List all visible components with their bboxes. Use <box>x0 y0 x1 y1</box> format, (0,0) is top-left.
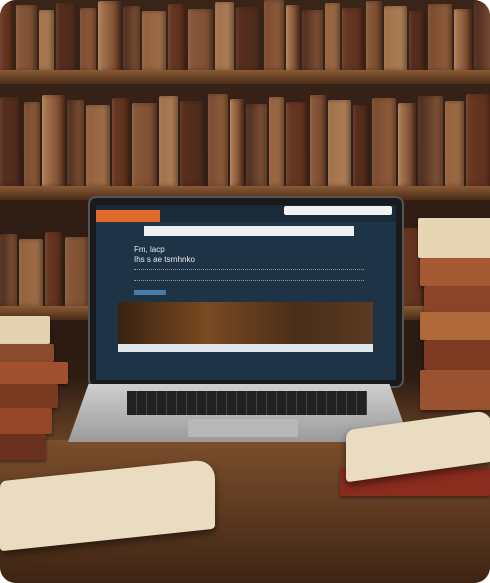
book-spine <box>230 99 244 186</box>
book-spine <box>86 105 110 186</box>
book-spine <box>123 6 140 70</box>
book-spine <box>454 9 472 70</box>
book-spine <box>0 234 17 306</box>
book-spine <box>310 95 326 186</box>
book-spine <box>215 2 234 70</box>
book-spine <box>366 1 382 70</box>
book-stack-left <box>0 316 50 344</box>
book-spine <box>302 10 323 70</box>
book-spine <box>409 11 426 70</box>
book-spine <box>39 10 54 70</box>
book-stack-right <box>418 218 490 258</box>
book-spine <box>418 96 443 186</box>
laptop-screen: Fm, lacp Ihs s ae tsrnhnko <box>88 196 404 388</box>
book-spine <box>188 9 213 70</box>
book-spine <box>67 100 84 186</box>
book <box>0 344 54 362</box>
book-spine <box>19 239 43 306</box>
book-spine <box>269 97 284 186</box>
heading-line-1: Fm, lacp <box>134 245 165 254</box>
book <box>424 286 490 312</box>
site-heading: Fm, lacp Ihs s ae tsrnhnko <box>134 245 195 265</box>
book-spine <box>159 96 178 186</box>
book-spine <box>398 103 416 186</box>
book-spine <box>246 104 267 186</box>
book-spine <box>56 3 78 70</box>
book-spine <box>342 8 364 70</box>
book <box>420 312 490 340</box>
book-spine <box>466 94 490 186</box>
photo-scene: Fm, lacp Ihs s ae tsrnhnko <box>0 0 490 583</box>
book-spine <box>384 6 407 70</box>
book <box>0 434 46 460</box>
book-spine <box>45 232 63 306</box>
book-spine <box>142 11 166 70</box>
book-spine <box>445 101 464 186</box>
book-spine <box>208 94 228 186</box>
book-spine <box>428 4 452 70</box>
book-spine <box>42 95 65 186</box>
book-spine <box>65 237 90 306</box>
site-subtext <box>134 269 364 281</box>
book <box>0 384 58 408</box>
laptop-trackpad <box>188 419 298 437</box>
shelf <box>0 70 490 84</box>
book-spine <box>286 5 300 70</box>
site-search-bar <box>144 226 354 236</box>
book-spine <box>372 98 396 186</box>
book <box>420 258 490 286</box>
book <box>420 370 490 410</box>
site-menu <box>284 206 392 215</box>
bookshelf-row-top <box>0 0 490 70</box>
bookshelf-row-middle <box>0 94 490 186</box>
heading-line-2: Ihs s ae tsrnhnko <box>134 255 195 264</box>
book <box>0 362 68 384</box>
book-spine <box>328 100 351 186</box>
book-spine <box>474 2 490 70</box>
book-spine <box>112 98 130 186</box>
laptop-keyboard <box>127 391 367 415</box>
book-spine <box>98 1 121 70</box>
book-spine <box>132 103 157 186</box>
site-logo <box>96 210 160 222</box>
book <box>0 408 52 434</box>
book-spine <box>24 102 40 186</box>
book-spine <box>0 0 14 70</box>
site-hero-caption <box>118 344 373 352</box>
book-spine <box>0 97 22 186</box>
book-spine <box>16 5 37 70</box>
website-display: Fm, lacp Ihs s ae tsrnhnko <box>96 205 396 380</box>
book <box>424 340 490 370</box>
book-spine <box>325 3 340 70</box>
book-spine <box>80 8 96 70</box>
site-cta-button <box>134 290 166 295</box>
book-spine <box>353 105 370 186</box>
book-spine <box>264 0 284 70</box>
book-spine <box>180 101 206 186</box>
book-spine <box>168 4 186 70</box>
book-spine <box>286 102 308 186</box>
site-hero-image <box>118 302 373 344</box>
book-spine <box>236 7 262 70</box>
